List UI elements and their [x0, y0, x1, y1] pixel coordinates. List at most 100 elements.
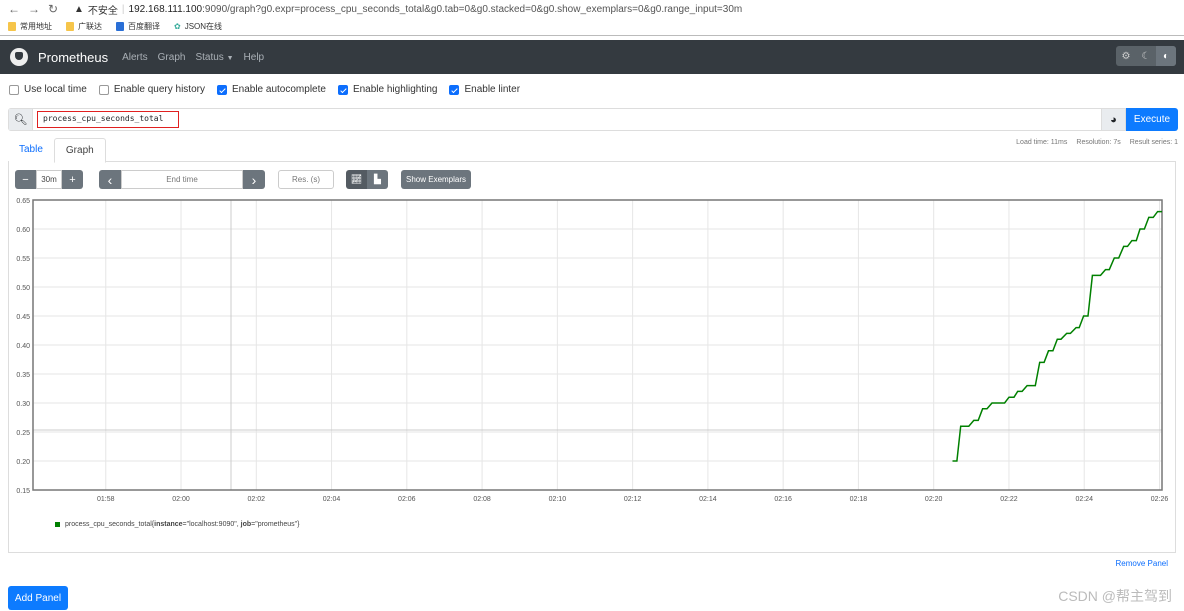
y-tick-label: 0.65: [16, 198, 30, 205]
range-input[interactable]: 30m: [36, 170, 62, 189]
forward-icon[interactable]: →: [28, 2, 40, 16]
query-bar: 🔍︎ process_cpu_seconds_total ◕: [8, 108, 1126, 131]
series-line: [952, 210, 1162, 462]
increase-range-button[interactable]: +: [62, 170, 83, 189]
x-tick-label: 02:16: [774, 496, 792, 503]
metrics-explorer-icon[interactable]: ◕: [1101, 109, 1125, 130]
x-tick-label: 02:02: [248, 496, 266, 503]
series-color-swatch: [55, 522, 60, 527]
checkbox[interactable]: [449, 84, 460, 95]
show-exemplars-button[interactable]: Show Exemplars: [401, 170, 472, 189]
bookmarks-bar: 常用地址 广联达 百度翻译 ✿ JSON在线: [0, 18, 1184, 36]
url-host: 192.168.111.100: [128, 3, 203, 15]
bookmark[interactable]: 广联达: [66, 21, 102, 32]
stacked-chart-icon[interactable]: ▙: [367, 170, 388, 189]
insecure-label: 不安全: [87, 5, 118, 17]
x-tick-label: 02:20: [925, 496, 943, 503]
label-value: ="prometheus"}: [251, 521, 300, 528]
option-linter[interactable]: Enable linter: [449, 84, 520, 95]
moon-icon[interactable]: ☾: [1136, 46, 1156, 66]
checkbox[interactable]: [337, 84, 348, 95]
remove-panel-link[interactable]: Remove Panel: [1116, 559, 1168, 568]
url-path: :9090/graph?g0.expr=process_cpu_seconds_…: [202, 3, 743, 15]
tab-table[interactable]: Table: [8, 138, 54, 163]
contrast-icon[interactable]: ◐: [1156, 46, 1176, 66]
expression-input[interactable]: process_cpu_seconds_total: [37, 111, 179, 128]
end-time-input[interactable]: End time: [121, 170, 243, 189]
bookmark-label: 百度翻译: [128, 22, 160, 31]
y-tick-label: 0.55: [16, 256, 30, 263]
x-tick-label: 01:58: [97, 496, 115, 503]
resolution-input[interactable]: Res. (s): [278, 170, 334, 189]
checkbox[interactable]: [9, 84, 19, 95]
option-highlighting[interactable]: Enable highlighting: [337, 84, 437, 95]
bookmark[interactable]: 百度翻译: [116, 21, 160, 32]
search-icon: 🔍︎: [9, 109, 33, 130]
y-tick-label: 0.15: [16, 488, 30, 495]
previous-time-button[interactable]: ‹: [99, 170, 121, 189]
x-tick-label: 02:06: [398, 496, 416, 503]
folder-icon: [66, 22, 74, 31]
tab-graph[interactable]: Graph: [53, 138, 106, 163]
caret-down-icon: ▼: [226, 54, 234, 62]
bookmark-label: 广联达: [78, 22, 102, 31]
load-time: Load time: 11ms: [1016, 139, 1068, 146]
navbar: Prometheus Alerts Graph Status ▼ Help: [0, 40, 1184, 74]
bookmark-label: JSON在线: [184, 22, 223, 31]
brand[interactable]: Prometheus: [38, 50, 108, 65]
back-icon[interactable]: ←: [8, 2, 20, 16]
option-autocomplete[interactable]: Enable autocomplete: [216, 84, 326, 95]
nav-graph[interactable]: Graph: [158, 52, 186, 63]
metric-name: process_cpu_seconds_total: [65, 521, 152, 528]
option-query-history[interactable]: Enable query history: [98, 84, 205, 95]
warning-icon: ▲: [74, 3, 84, 15]
reload-icon[interactable]: ↻: [48, 2, 60, 16]
nav-status-label: Status: [195, 51, 224, 63]
checkbox[interactable]: [216, 84, 227, 95]
y-tick-label: 0.30: [16, 401, 30, 408]
url-field[interactable]: ▲ 不安全 | 192.168.111.100:9090/graph?g0.ex…: [74, 2, 742, 17]
nav-alerts[interactable]: Alerts: [122, 52, 148, 63]
y-tick-label: 0.35: [16, 372, 30, 379]
line-chart-icon[interactable]: 📈︎: [346, 170, 367, 189]
legend-item[interactable]: process_cpu_seconds_total{instance="loca…: [55, 521, 300, 528]
nav-status[interactable]: Status ▼: [195, 52, 233, 63]
x-tick-label: 02:08: [473, 496, 491, 503]
resolution: Resolution: 7s: [1076, 139, 1121, 146]
option-use-local-time[interactable]: Use local time: [9, 84, 87, 95]
option-label: Enable autocomplete: [231, 84, 326, 95]
bookmark-label: 常用地址: [20, 22, 52, 31]
y-tick-label: 0.25: [16, 430, 30, 437]
label-key: job: [240, 521, 252, 528]
add-panel-button[interactable]: Add Panel: [8, 586, 68, 610]
x-tick-label: 02:12: [624, 496, 642, 503]
result-series: Result series: 1: [1129, 139, 1178, 146]
x-tick-label: 02:10: [549, 496, 567, 503]
option-label: Enable linter: [464, 84, 521, 95]
label-key: instance: [154, 521, 183, 528]
x-tick-label: 02:22: [1000, 496, 1018, 503]
x-tick-label: 02:24: [1075, 496, 1093, 503]
panel-tabs: Table Graph: [8, 138, 106, 163]
x-tick-label: 02:26: [1151, 496, 1169, 503]
decrease-range-button[interactable]: −: [15, 170, 36, 189]
theme-toggle: ⚙ ☾ ◐: [1116, 46, 1176, 66]
graph-chart[interactable]: 0.15 0.20 0.25 0.30 0.35 0.40 0.45 0.50 0.55 0.60…: [0, 190, 1184, 510]
checkbox[interactable]: [98, 84, 109, 95]
bookmark[interactable]: 常用地址: [8, 21, 52, 32]
x-tick-label: 02:14: [699, 496, 717, 503]
query-options: Use local time Enable query history Enab…: [9, 84, 520, 95]
gear-icon: ✿: [174, 22, 181, 31]
browser-address-bar: ← → ↻ ▲ 不安全 | 192.168.111.100:9090/graph…: [0, 0, 1184, 18]
series-label: process_cpu_seconds_total{instance="loca…: [65, 521, 300, 528]
x-tick-label: 02:18: [850, 496, 868, 503]
y-tick-label: 0.20: [16, 459, 30, 466]
y-tick-label: 0.50: [16, 285, 30, 292]
gear-icon[interactable]: ⚙: [1116, 46, 1136, 66]
label-value: ="localhost:9090",: [182, 521, 241, 528]
bookmark[interactable]: ✿ JSON在线: [174, 21, 222, 32]
nav-help[interactable]: Help: [244, 52, 265, 63]
query-stats: Load time: 11ms Resolution: 7s Result se…: [1016, 139, 1178, 146]
execute-button[interactable]: Execute: [1126, 108, 1178, 131]
next-time-button[interactable]: ›: [243, 170, 265, 189]
